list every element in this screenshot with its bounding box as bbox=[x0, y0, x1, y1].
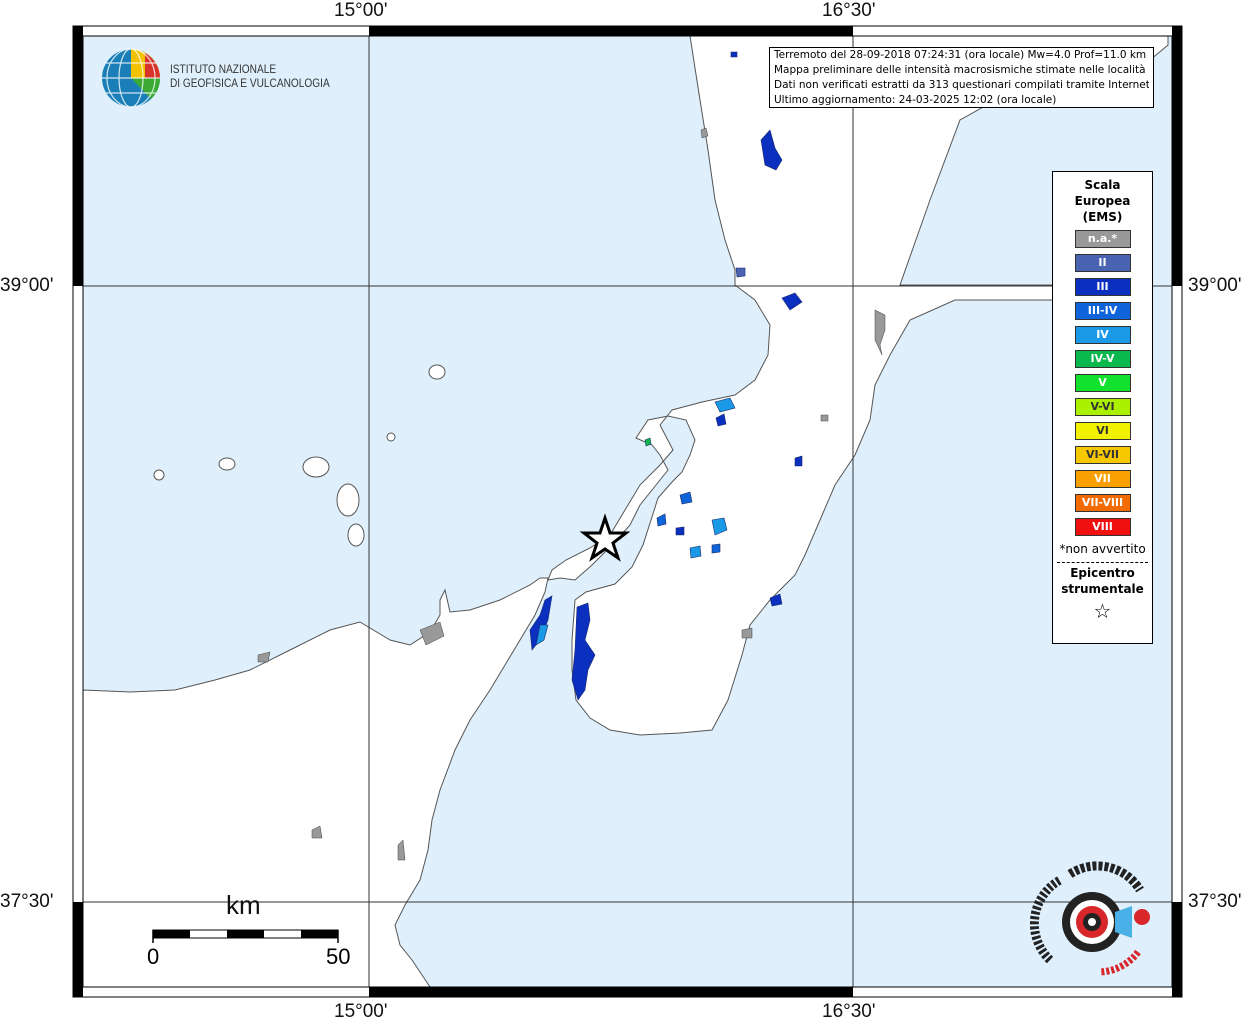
legend-star-icon: ☆ bbox=[1093, 599, 1112, 623]
lat-label-right-upper: 39°00' bbox=[1188, 275, 1242, 296]
lon-label-top-right: 16°30' bbox=[822, 0, 876, 21]
legend-item: II bbox=[1074, 254, 1131, 272]
event-info-line3: Dati non verificati estratti da 313 ques… bbox=[774, 79, 1149, 91]
legend-item: n.a.* bbox=[1074, 230, 1131, 248]
legend-items: n.a.* II III III-IV IV IV-V V V-VI VI VI-VII VII VI… bbox=[1053, 230, 1152, 536]
island-filicudi bbox=[218, 457, 236, 471]
island-stromboli bbox=[428, 364, 446, 380]
event-info-line1: Terremoto del 28-09-2018 07:24:31 (ora l… bbox=[774, 49, 1147, 61]
legend-epicenter-line2: strumentale bbox=[1061, 582, 1144, 596]
legend-item: VI bbox=[1074, 422, 1131, 440]
legend-title: Scala Europea (EMS) bbox=[1053, 177, 1152, 225]
event-info-line2: Mappa preliminare delle intensità macros… bbox=[774, 64, 1146, 76]
haisentito-logo bbox=[1029, 860, 1160, 990]
island-panarea bbox=[386, 432, 396, 442]
legend-item: VII bbox=[1074, 470, 1131, 488]
ingv-name-line2: DI GEOFISICA E VULCANOLOGIA bbox=[170, 78, 330, 90]
legend-item: V-VI bbox=[1074, 398, 1131, 416]
ingv-globe-icon bbox=[102, 48, 160, 108]
island-vulcano bbox=[347, 523, 365, 547]
legend-item: VIII bbox=[1074, 518, 1131, 536]
legend-separator bbox=[1057, 562, 1148, 563]
ems-legend: Scala Europea (EMS) n.a.* II III III-IV IV IV… bbox=[1052, 171, 1153, 644]
scale-end-label: 50 bbox=[326, 944, 351, 969]
legend-epicenter-line1: Epicentro bbox=[1070, 566, 1135, 580]
legend-item: IV-V bbox=[1074, 350, 1131, 368]
legend-item: VII-VIII bbox=[1074, 494, 1131, 512]
event-info-line4: Ultimo aggiornamento: 24-03-2025 12:02 (… bbox=[774, 94, 1057, 106]
scale-start-label: 0 bbox=[147, 944, 160, 969]
legend-item: IV bbox=[1074, 326, 1131, 344]
lat-label-left-lower: 37°30' bbox=[0, 891, 54, 912]
island-salina bbox=[302, 456, 330, 478]
lat-label-left-upper: 39°00' bbox=[0, 275, 54, 296]
legend-item: VI-VII bbox=[1074, 446, 1131, 464]
lat-label-right-lower: 37°30' bbox=[1188, 891, 1242, 912]
haisentito-logo-icon bbox=[1029, 861, 1150, 976]
legend-title-line2: Europea bbox=[1074, 194, 1131, 208]
island-lipari bbox=[336, 483, 360, 517]
legend-item: III-IV bbox=[1074, 302, 1131, 320]
lon-label-bottom-right: 16°30' bbox=[822, 1001, 876, 1022]
legend-title-line1: Scala bbox=[1084, 178, 1121, 192]
lon-label-bottom-left: 15°00' bbox=[334, 1001, 388, 1022]
scale-unit-label: km bbox=[226, 890, 261, 920]
event-info-box: Terremoto del 28-09-2018 07:24:31 (ora l… bbox=[769, 47, 1154, 108]
legend-note: *non avvertito bbox=[1059, 542, 1146, 556]
legend-item: III bbox=[1074, 278, 1131, 296]
legend-epicenter-label: Epicentro strumentale bbox=[1053, 565, 1152, 597]
ingv-name: ISTITUTO NAZIONALE DI GEOFISICA E VULCAN… bbox=[170, 63, 330, 91]
ingv-name-line1: ISTITUTO NAZIONALE bbox=[170, 64, 277, 76]
legend-item: V bbox=[1074, 374, 1131, 392]
island-alicudi bbox=[153, 469, 165, 481]
legend-title-line3: (EMS) bbox=[1082, 210, 1123, 224]
lon-label-top-left: 15°00' bbox=[334, 0, 388, 21]
